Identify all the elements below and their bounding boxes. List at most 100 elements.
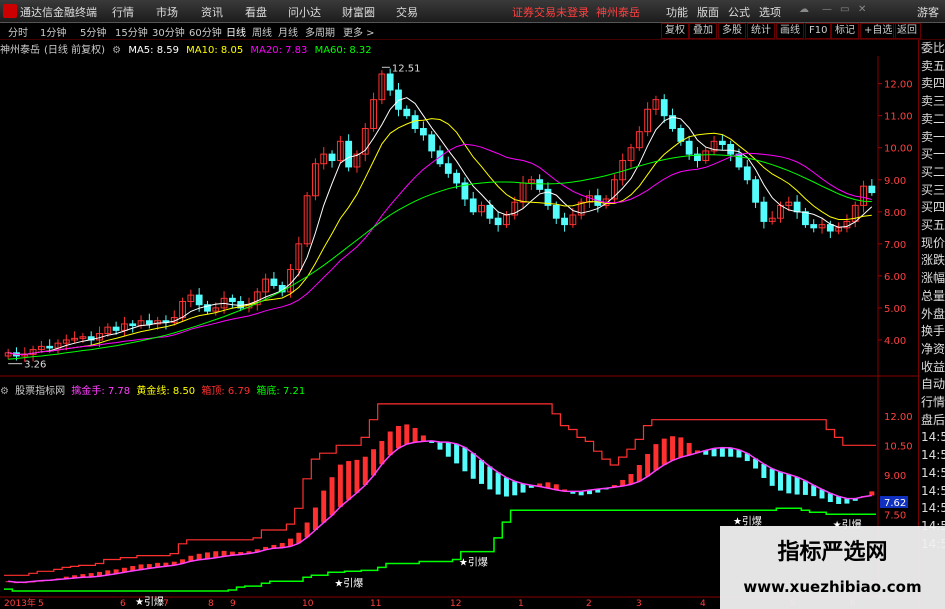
- indicator-band-bar: [503, 477, 509, 497]
- period-multi[interactable]: 多周期: [305, 24, 335, 39]
- indicator-band-bar: [520, 483, 526, 493]
- side-item[interactable]: 卖二: [919, 111, 945, 129]
- side-item[interactable]: 行情: [919, 394, 945, 412]
- indicator-band-bar: [761, 464, 767, 478]
- indicator-name[interactable]: 股票指标网: [15, 386, 65, 397]
- menu-options[interactable]: 选项: [759, 4, 781, 20]
- menu-wealth[interactable]: 财富圈: [342, 4, 375, 20]
- side-item[interactable]: 14:50: [919, 483, 945, 501]
- candle-body: [328, 153, 336, 162]
- trade-login-notice[interactable]: 证券交易未登录 神州泰岳: [512, 4, 640, 20]
- menu-formula[interactable]: 公式: [728, 4, 750, 20]
- xaxis-label: 10: [302, 599, 314, 609]
- menu-news[interactable]: 资讯: [201, 4, 223, 20]
- side-item[interactable]: 外盘: [919, 306, 945, 324]
- side-item[interactable]: 买一: [919, 146, 945, 164]
- period-60min[interactable]: 60分钟: [189, 24, 222, 39]
- candle-body: [677, 127, 685, 142]
- add-favorite-button[interactable]: +自选: [860, 23, 897, 39]
- candle-body: [494, 217, 502, 226]
- side-item[interactable]: 涨幅: [919, 270, 945, 288]
- side-item[interactable]: 14:50: [919, 429, 945, 447]
- stats-button[interactable]: 统计: [747, 23, 775, 39]
- cloud-icon[interactable]: ☁: [799, 4, 809, 15]
- draw-button[interactable]: 画线: [776, 23, 804, 39]
- candle-body: [760, 201, 768, 222]
- side-item[interactable]: 自动: [919, 376, 945, 394]
- fq-button[interactable]: 复权: [661, 23, 689, 39]
- indicator-qinjinshou-value: 擒金手: 7.78: [71, 386, 131, 397]
- signal-label: ★引爆: [334, 577, 363, 589]
- side-item[interactable]: 盘后: [919, 412, 945, 430]
- side-item[interactable]: 卖四: [919, 75, 945, 93]
- kline-chart[interactable]: 4.00 5.00 6.00 7.00 8.00 9.00 10.00 11.00 12.00 1…: [0, 0, 945, 609]
- period-daily[interactable]: 日线: [226, 24, 246, 39]
- side-item[interactable]: 委比: [919, 40, 945, 58]
- candle-body: [112, 326, 120, 331]
- indicator-band-bar: [769, 468, 775, 486]
- ma5-value: MA5: 8.59: [128, 45, 179, 56]
- side-item[interactable]: 换手: [919, 323, 945, 341]
- side-item[interactable]: 现价: [919, 235, 945, 253]
- side-item[interactable]: 净资: [919, 341, 945, 359]
- f10-button[interactable]: F10: [805, 23, 832, 39]
- menu-layout[interactable]: 版面: [697, 4, 719, 20]
- side-item[interactable]: 14:50: [919, 447, 945, 465]
- side-item[interactable]: 买四: [919, 199, 945, 217]
- menu-watch[interactable]: 看盘: [245, 4, 267, 20]
- candle-body: [228, 297, 236, 303]
- candle-body: [419, 127, 427, 136]
- period-1min[interactable]: 1分钟: [40, 24, 66, 39]
- overlay-button[interactable]: 叠加: [689, 23, 717, 39]
- xaxis-label: 2013年: [4, 597, 36, 609]
- period-more[interactable]: 更多 >: [343, 24, 375, 39]
- candle-body: [195, 294, 203, 306]
- menu-ask[interactable]: 问小达: [288, 4, 321, 20]
- period-5min[interactable]: 5分钟: [80, 24, 106, 39]
- side-item[interactable]: 卖五: [919, 58, 945, 76]
- quote-side-panel: 委比 卖五 卖四 卖三 卖二 卖一 买一 买二 买三 买四 买五 现价 涨跌 涨幅 总量 外盘 换手 净资 收益 自动…: [918, 40, 945, 609]
- close-icon[interactable]: ✕: [858, 4, 866, 15]
- side-item[interactable]: 买五: [919, 217, 945, 235]
- settings-icon[interactable]: ⚙: [112, 45, 121, 56]
- indicator-band-bar: [495, 472, 501, 495]
- menu-market[interactable]: 市场: [156, 4, 178, 20]
- mark-button[interactable]: 标记: [831, 23, 859, 39]
- menu-function[interactable]: 功能: [666, 4, 688, 20]
- signal-label: ★引爆: [459, 557, 488, 569]
- minimize-icon[interactable]: —: [822, 4, 832, 15]
- side-item[interactable]: 卖一: [919, 129, 945, 147]
- indicator-settings-icon[interactable]: ⚙: [0, 386, 9, 397]
- side-item[interactable]: 买三: [919, 182, 945, 200]
- price-pane-header: 神州泰岳 (日线 前复权) ⚙ MA5: 8.59 MA10: 8.05 MA20…: [0, 41, 376, 56]
- period-monthly[interactable]: 月线: [278, 24, 298, 39]
- side-item[interactable]: 收益: [919, 359, 945, 377]
- guest-label[interactable]: 游客: [917, 4, 939, 20]
- side-item[interactable]: 卖三: [919, 93, 945, 111]
- price-tick-label: 8.00: [884, 208, 906, 219]
- indicator-band-bar: [786, 474, 792, 494]
- indicator-band-bar: [802, 480, 808, 495]
- period-15min[interactable]: 15分钟: [115, 24, 148, 39]
- side-item[interactable]: 买二: [919, 164, 945, 182]
- side-item[interactable]: 14:50: [919, 465, 945, 483]
- menu-quotes[interactable]: 行情: [112, 4, 134, 20]
- side-item[interactable]: 涨跌: [919, 252, 945, 270]
- multi-stock-button[interactable]: 多股: [718, 23, 746, 39]
- xaxis-label: 4: [700, 599, 706, 609]
- menu-trade[interactable]: 交易: [396, 4, 418, 20]
- side-item[interactable]: 总量: [919, 288, 945, 306]
- menu-bar: 通达信金融终端 行情 市场 资讯 看盘 问小达 财富圈 交易 证券交易未登录 神…: [0, 0, 945, 23]
- period-intraday[interactable]: 分时: [8, 24, 28, 39]
- period-weekly[interactable]: 周线: [252, 24, 272, 39]
- period-30min[interactable]: 30分钟: [152, 24, 185, 39]
- restore-icon[interactable]: ▭: [840, 4, 849, 15]
- indicator-band-bar: [670, 436, 676, 461]
- indicator-tick-label: 7.50: [884, 510, 906, 521]
- signal-label: ★引爆: [135, 596, 164, 608]
- candle-body: [685, 140, 693, 155]
- candle-body: [46, 345, 54, 349]
- back-button[interactable]: 返回: [893, 23, 921, 39]
- side-item[interactable]: 14:50: [919, 500, 945, 518]
- indicator-band-bar: [371, 449, 377, 476]
